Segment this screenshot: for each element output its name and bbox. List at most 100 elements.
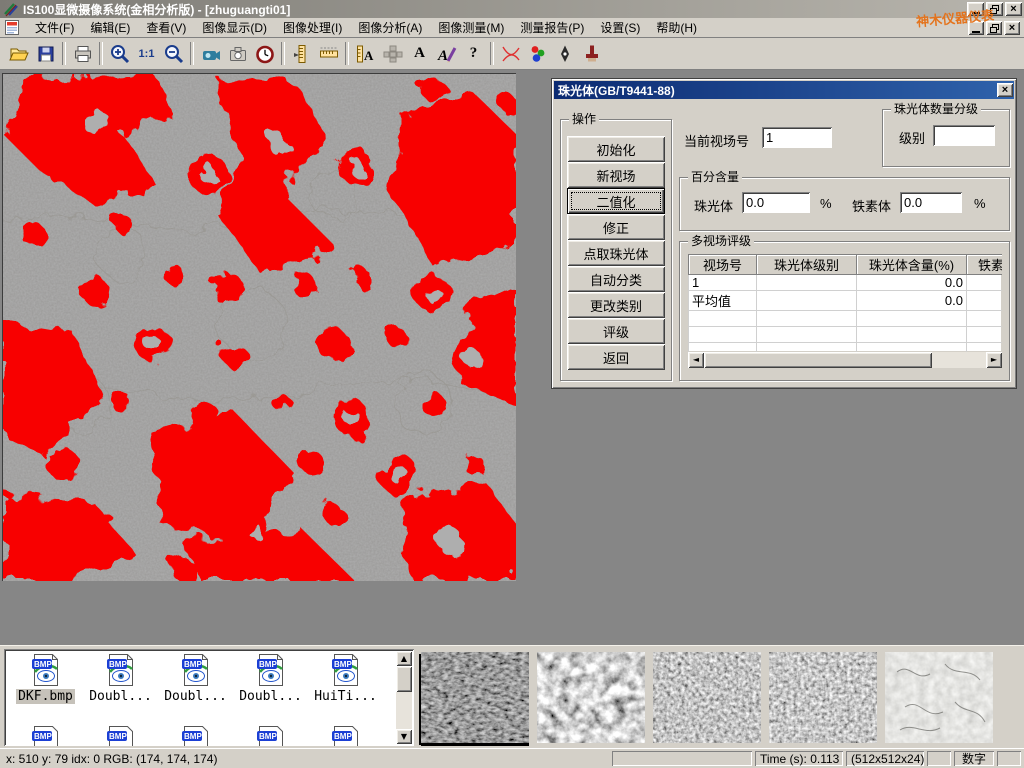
table-row[interactable]: 平均值 0.0 (689, 291, 1003, 311)
thumbnail-2[interactable] (537, 652, 645, 743)
zoom-in-button[interactable] (106, 40, 133, 67)
print-button[interactable] (69, 40, 96, 67)
new-field-button[interactable]: 新视场 (567, 162, 665, 188)
dialog-title-bar[interactable]: 珠光体(GB/T9441-88) (554, 81, 1014, 99)
phase-color-button[interactable] (524, 40, 551, 67)
micrograph-image[interactable] (2, 73, 516, 581)
auto-classify-button[interactable]: 自动分类 (567, 266, 665, 292)
file-item[interactable]: BMP Doubl... (83, 653, 158, 704)
col-field-number[interactable]: 视场号 (689, 255, 757, 275)
file-name[interactable]: Doubl... (162, 689, 229, 704)
rate-button[interactable]: 评级 (567, 318, 665, 344)
bmp-file-icon: BMP (105, 725, 137, 746)
menu-settings[interactable]: 设置(S) (592, 17, 648, 38)
grade-group: 珠光体数量分级 级别 (882, 109, 1010, 167)
mdi-close-button[interactable]: × (1004, 21, 1020, 35)
actual-size-button[interactable]: 1:1 (133, 40, 160, 67)
menu-measure-report[interactable]: 测量报告(P) (512, 17, 592, 38)
application-window: IS100显微摄像系统(金相分析版) - [zhuguangti01] × 神木… (0, 0, 1024, 768)
status-blank-panel (927, 751, 951, 766)
menu-image-measure[interactable]: 图像测量(M) (430, 17, 512, 38)
brush-tool-button[interactable] (578, 40, 605, 67)
grade-level-input[interactable] (933, 125, 995, 146)
scroll-left-icon: ◄ (693, 356, 699, 364)
table-row[interactable] (689, 327, 1003, 343)
file-name[interactable]: Doubl... (237, 689, 304, 704)
cursor-coordinates: x: 510 y: 79 idx: 0 RGB: (174, 174, 174) (6, 752, 217, 766)
menu-view[interactable]: 查看(V) (138, 17, 194, 38)
file-item[interactable]: BMP (83, 725, 158, 746)
context-help-button[interactable]: ? (460, 40, 487, 67)
window-title: IS100显微摄像系统(金相分析版) - [zhuguangti01] (23, 1, 290, 18)
scroll-down-button[interactable]: ▼ (396, 729, 412, 744)
mdi-restore-button[interactable] (986, 21, 1002, 35)
col-ferrite[interactable]: 铁素体 (967, 255, 1003, 275)
save-button[interactable] (32, 40, 59, 67)
file-item[interactable]: BMP (233, 725, 308, 746)
table-row[interactable] (689, 311, 1003, 327)
file-item[interactable]: BMP (8, 725, 83, 746)
scroll-up-button[interactable]: ▲ (396, 651, 412, 666)
menu-help[interactable]: 帮助(H) (648, 17, 705, 38)
thumbnail-3[interactable] (653, 652, 761, 743)
pen-tool-button[interactable] (551, 40, 578, 67)
binarize-button[interactable]: 二值化 (567, 188, 665, 214)
menu-image-display[interactable]: 图像显示(D) (194, 17, 275, 38)
mdi-minimize-button[interactable] (968, 21, 984, 35)
col-pearlite-grade[interactable]: 珠光体级别 (757, 255, 857, 275)
open-button[interactable] (5, 40, 32, 67)
close-button[interactable]: × (1005, 2, 1022, 16)
table-hscrollbar[interactable]: ◄ ► (688, 352, 1002, 368)
photo-capture-button[interactable] (224, 40, 251, 67)
pearlite-percent-input[interactable]: 0.0 (742, 192, 810, 213)
thumbnail-4[interactable] (769, 652, 877, 743)
table-row[interactable] (689, 343, 1003, 353)
pick-pearlite-button[interactable]: 点取珠光体 (567, 240, 665, 266)
scroll-left-button[interactable]: ◄ (688, 352, 704, 368)
file-item[interactable]: BMP DKF.bmp (8, 653, 83, 704)
scale-label-button[interactable]: A (352, 40, 379, 67)
col-pearlite-content[interactable]: 珠光体含量(%) (857, 255, 967, 275)
file-item[interactable]: BMP Doubl... (233, 653, 308, 704)
restore-button[interactable] (986, 2, 1003, 16)
cell-grade (757, 291, 857, 311)
file-item[interactable]: BMP Doubl... (158, 653, 233, 704)
menu-image-processing[interactable]: 图像处理(I) (275, 17, 350, 38)
bmp-badge: BMP (34, 660, 52, 669)
file-name[interactable]: DKF.bmp (16, 689, 75, 704)
ferrite-percent-input[interactable]: 0.0 (900, 192, 962, 213)
thumbnail-5[interactable] (885, 652, 993, 743)
menu-file[interactable]: 文件(F) (27, 17, 82, 38)
table-row[interactable]: 1 0.0 (689, 275, 1003, 291)
scroll-right-button[interactable]: ► (986, 352, 1002, 368)
file-list-vscrollbar[interactable]: ▲ ▼ (396, 651, 412, 744)
dialog-close-button[interactable]: × (997, 83, 1013, 97)
menu-image-analysis[interactable]: 图像分析(A) (350, 17, 430, 38)
return-button[interactable]: 返回 (567, 344, 665, 370)
correct-button[interactable]: 修正 (567, 214, 665, 240)
file-item[interactable]: BMP HuiTi... (308, 653, 383, 704)
ruler-measure-button[interactable] (315, 40, 342, 67)
edit-annotation-button[interactable]: A (433, 40, 460, 67)
timer-button[interactable] (251, 40, 278, 67)
vscroll-thumb[interactable] (396, 666, 412, 692)
video-capture-button[interactable] (197, 40, 224, 67)
change-class-button[interactable]: 更改类别 (567, 292, 665, 318)
hscroll-thumb[interactable] (704, 352, 932, 368)
caliper-measure-button[interactable] (288, 40, 315, 67)
bmp-badge: BMP (184, 660, 202, 669)
grid-overlay-button[interactable] (379, 40, 406, 67)
current-field-input[interactable]: 1 (762, 127, 832, 148)
file-item[interactable]: BMP (158, 725, 233, 746)
text-annotation-button[interactable]: A (406, 40, 433, 67)
menu-edit[interactable]: 编辑(E) (82, 17, 138, 38)
curve-tool-button[interactable] (497, 40, 524, 67)
bmp-badge: BMP (259, 732, 277, 741)
zoom-out-button[interactable] (160, 40, 187, 67)
file-name[interactable]: HuiTi... (312, 689, 379, 704)
file-name[interactable]: Doubl... (87, 689, 154, 704)
file-item[interactable]: BMP (308, 725, 383, 746)
thumbnail-1[interactable] (421, 652, 529, 743)
init-button[interactable]: 初始化 (567, 136, 665, 162)
minimize-button[interactable] (967, 2, 984, 16)
